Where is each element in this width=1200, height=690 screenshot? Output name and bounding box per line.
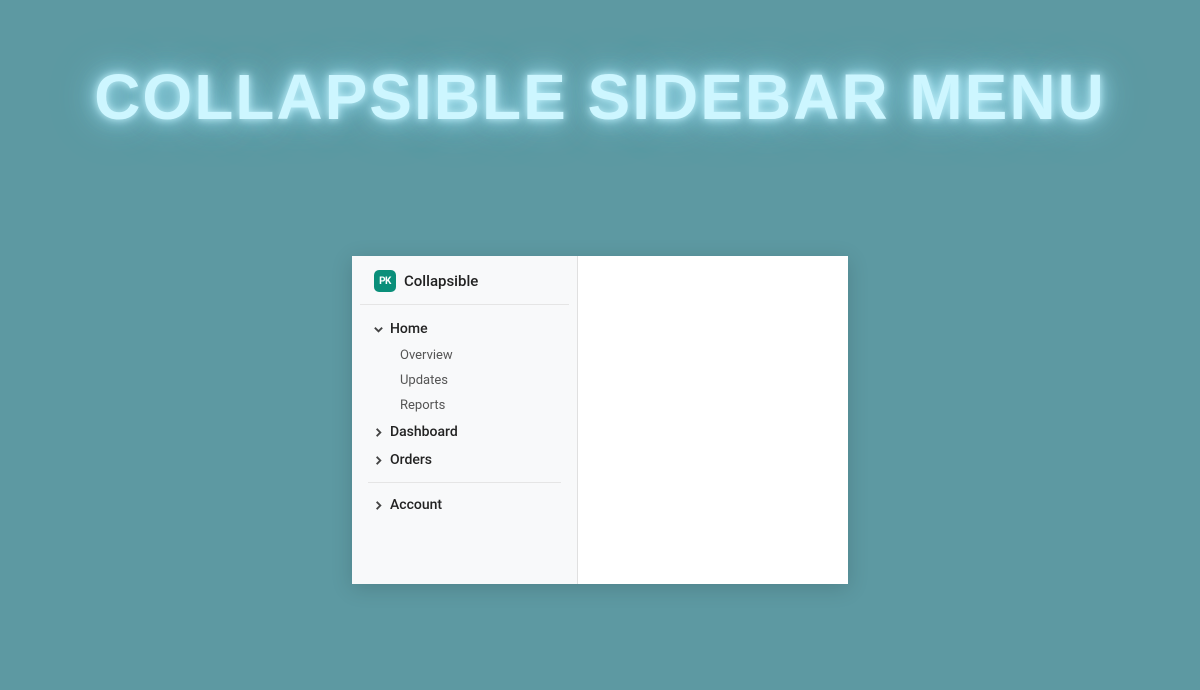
sidebar-item-label: Account bbox=[390, 497, 442, 513]
nav-list-bottom: Account bbox=[352, 491, 577, 519]
chevron-right-icon bbox=[370, 500, 386, 511]
page-title: COLLAPSIBLE SIDEBAR MENU bbox=[0, 60, 1200, 134]
sidebar-item-orders[interactable]: Orders bbox=[360, 446, 569, 474]
sidebar-subitem-reports[interactable]: Reports bbox=[390, 393, 569, 418]
brand-name: Collapsible bbox=[404, 272, 478, 290]
sidebar-subitem-overview[interactable]: Overview bbox=[390, 343, 569, 368]
sidebar-item-label: Home bbox=[390, 321, 428, 337]
sidebar-item-label: Orders bbox=[390, 452, 432, 468]
sidebar-item-home[interactable]: Home bbox=[360, 315, 569, 343]
logo-badge: PK bbox=[374, 270, 396, 292]
app-window: PK Collapsible Home Overview Updates Rep… bbox=[352, 256, 848, 584]
nav-list: Home Overview Updates Reports Dashboard bbox=[352, 315, 577, 474]
chevron-down-icon bbox=[370, 324, 386, 335]
logo-text: PK bbox=[379, 276, 391, 287]
main-content bbox=[578, 256, 848, 584]
sidebar-subitem-updates[interactable]: Updates bbox=[390, 368, 569, 393]
sub-list-home: Overview Updates Reports bbox=[360, 343, 569, 418]
sidebar-item-account[interactable]: Account bbox=[360, 491, 569, 519]
chevron-right-icon bbox=[370, 427, 386, 438]
sidebar-header: PK Collapsible bbox=[360, 270, 569, 305]
sidebar-divider bbox=[368, 482, 561, 483]
sidebar-item-label: Dashboard bbox=[390, 424, 458, 440]
sidebar: PK Collapsible Home Overview Updates Rep… bbox=[352, 256, 578, 584]
sidebar-item-dashboard[interactable]: Dashboard bbox=[360, 418, 569, 446]
chevron-right-icon bbox=[370, 455, 386, 466]
